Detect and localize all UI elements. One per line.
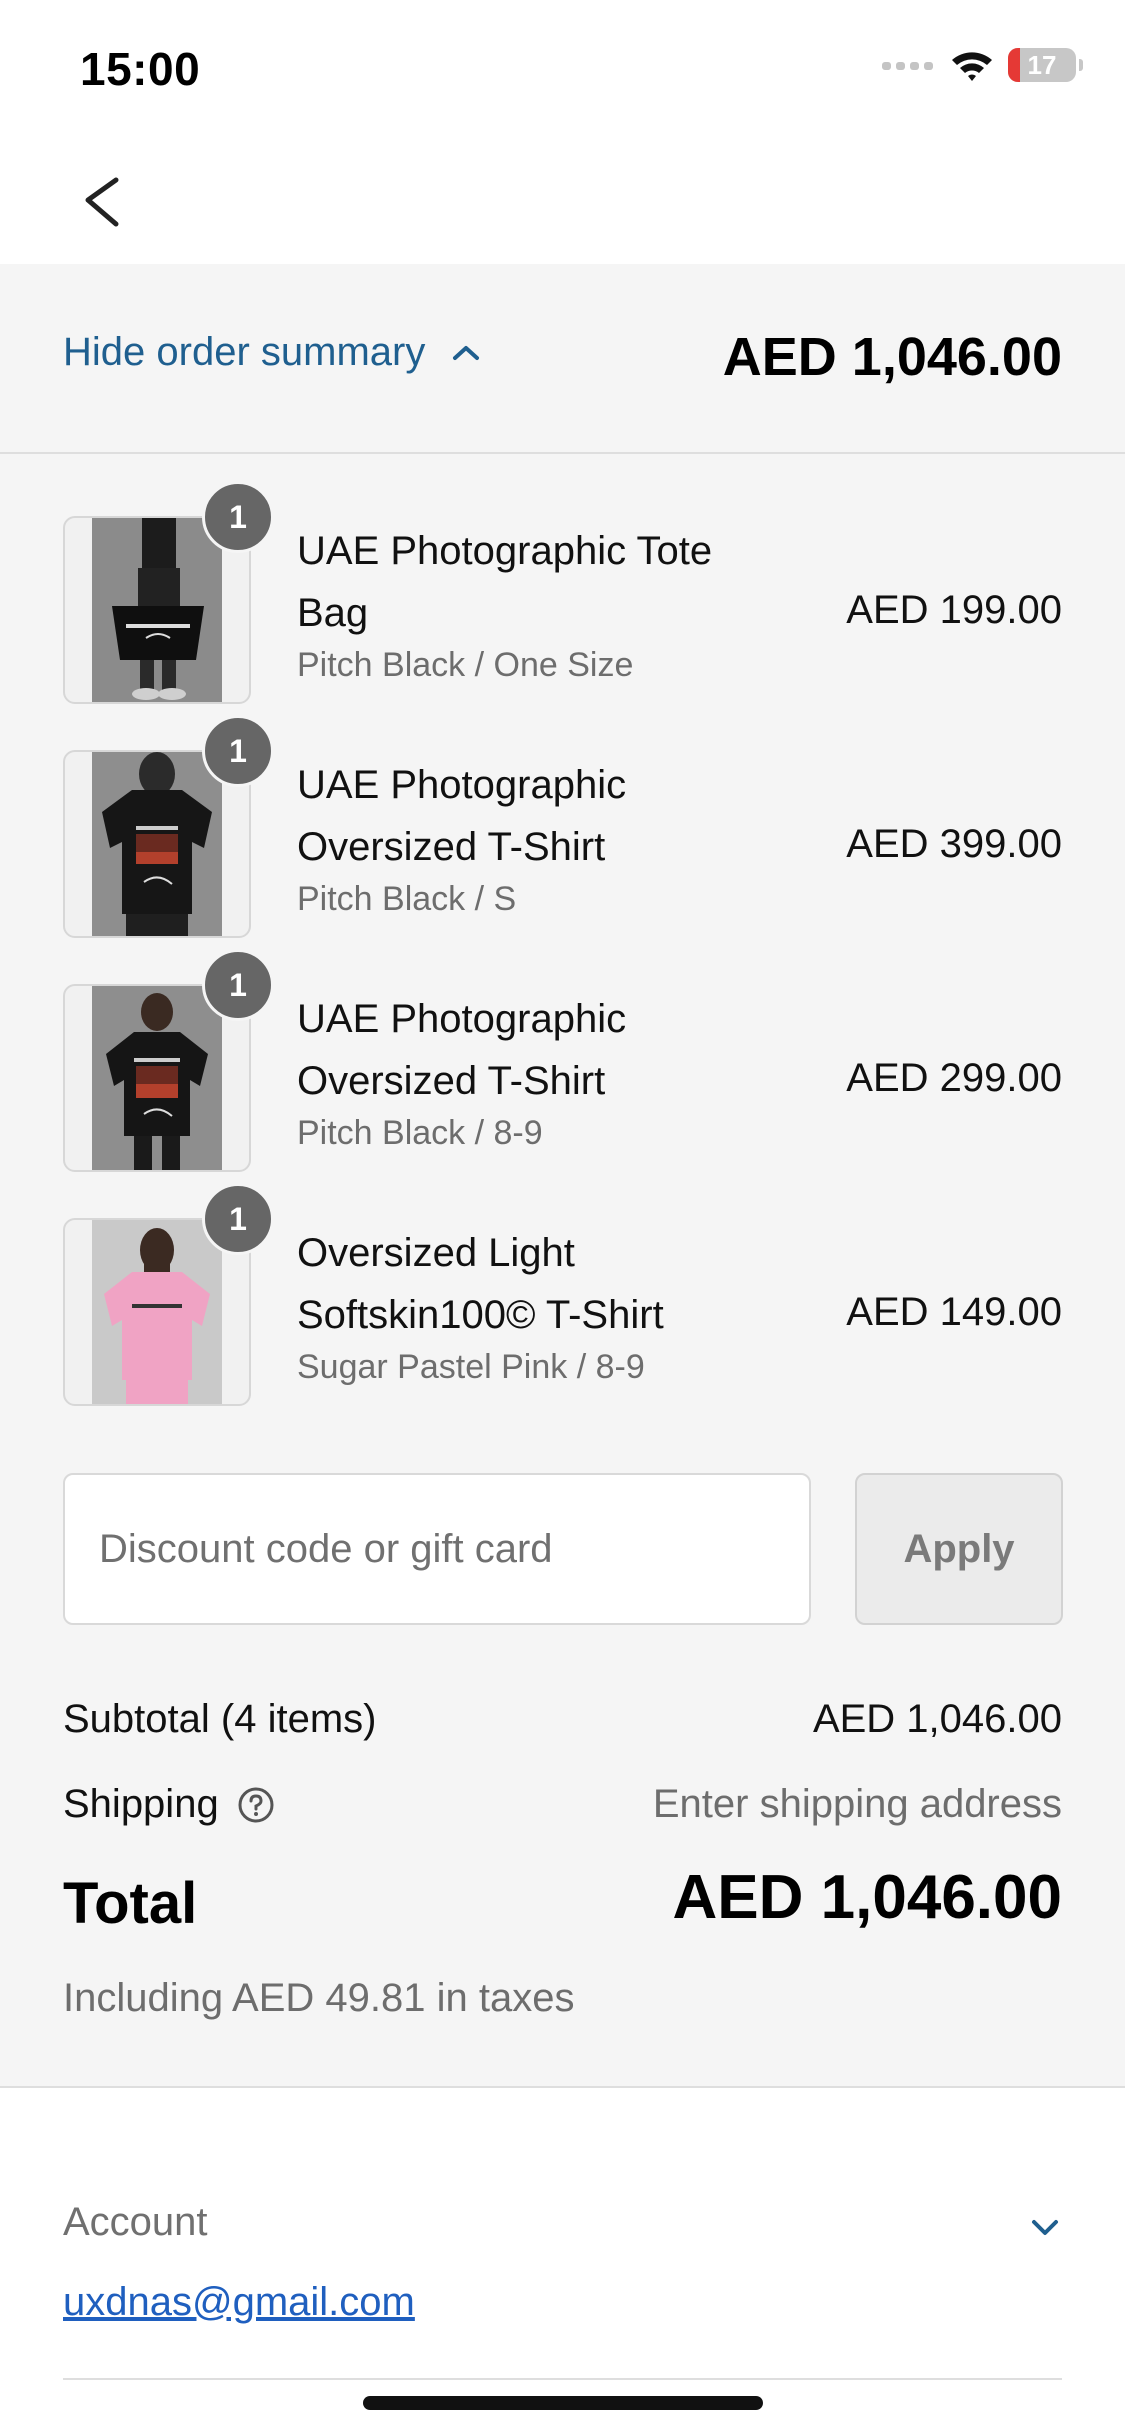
status-icons: 17 (882, 48, 1083, 82)
subtotal-value: AED 1,046.00 (812, 1697, 1062, 1741)
quantity-badge: 1 (202, 949, 274, 1021)
back-button[interactable] (72, 160, 132, 240)
shipping-row-label: Shipping (63, 1782, 275, 1827)
total-label: Total (63, 1871, 198, 1936)
item-price: AED 149.00 (846, 1290, 1062, 1334)
item-price: AED 299.00 (846, 1056, 1062, 1100)
chevron-up-icon (453, 345, 480, 360)
status-time: 15:00 (80, 43, 201, 95)
hide-order-summary-toggle[interactable]: Hide order summary (63, 330, 481, 375)
summary-total: AED 1,046.00 (722, 327, 1062, 387)
shipping-label: Shipping (63, 1782, 219, 1826)
black-tshirt-photo (92, 752, 222, 936)
item-title: Oversized Light Softskin100© T-Shirt (297, 1231, 664, 1337)
help-circle-icon[interactable] (237, 1786, 275, 1824)
item-variant: Pitch Black / One Size (297, 646, 634, 684)
subtotal-label: Subtotal (4 items) (63, 1697, 377, 1741)
pink-tshirt-photo (92, 1220, 222, 1404)
line-item-tote-bag: UAE Photographic Tote Bag Pitch Black / … (297, 520, 777, 685)
line-item-oversized-tshirt-s: UAE Photographic Oversized T-Shirt Pitch… (297, 754, 777, 919)
hide-order-summary-label: Hide order summary (63, 330, 426, 374)
item-variant: Pitch Black / S (297, 880, 517, 918)
item-price: AED 399.00 (846, 822, 1062, 866)
item-title: UAE Photographic Tote Bag (297, 529, 713, 635)
line-item-kids-tshirt: UAE Photographic Oversized T-Shirt Pitch… (297, 988, 777, 1153)
shipping-value: Enter shipping address (652, 1782, 1062, 1826)
wifi-icon (952, 52, 992, 81)
line-item-pink-tshirt: Oversized Light Softskin100© T-Shirt Sug… (297, 1222, 777, 1387)
item-variant: Pitch Black / 8-9 (297, 1114, 543, 1152)
total-value: AED 1,046.00 (672, 1863, 1062, 1932)
discount-code-input[interactable] (63, 1473, 811, 1625)
home-indicator[interactable] (363, 2396, 763, 2410)
quantity-badge: 1 (202, 1183, 274, 1255)
battery-level: 17 (1027, 49, 1057, 80)
cellular-signal-icon (882, 62, 933, 70)
quantity-badge: 1 (202, 715, 274, 787)
account-email-link[interactable]: uxdnas@gmail.com (63, 2280, 415, 2325)
battery-icon: 17 (1008, 48, 1076, 82)
item-title: UAE Photographic Oversized T-Shirt (297, 763, 627, 869)
item-title: UAE Photographic Oversized T-Shirt (297, 997, 627, 1103)
kids-black-tshirt-photo (92, 986, 222, 1170)
divider (63, 2378, 1062, 2380)
account-label: Account (63, 2200, 208, 2244)
battery-tip (1079, 59, 1083, 71)
quantity-badge: 1 (202, 481, 274, 553)
tote-bag-photo (92, 518, 222, 702)
chevron-down-icon[interactable] (1028, 2210, 1062, 2244)
item-price: AED 199.00 (846, 588, 1062, 632)
chevron-left-icon (85, 177, 119, 227)
tax-note: Including AED 49.81 in taxes (63, 1976, 575, 2020)
apply-discount-button[interactable]: Apply (855, 1473, 1063, 1625)
item-variant: Sugar Pastel Pink / 8-9 (297, 1348, 645, 1386)
